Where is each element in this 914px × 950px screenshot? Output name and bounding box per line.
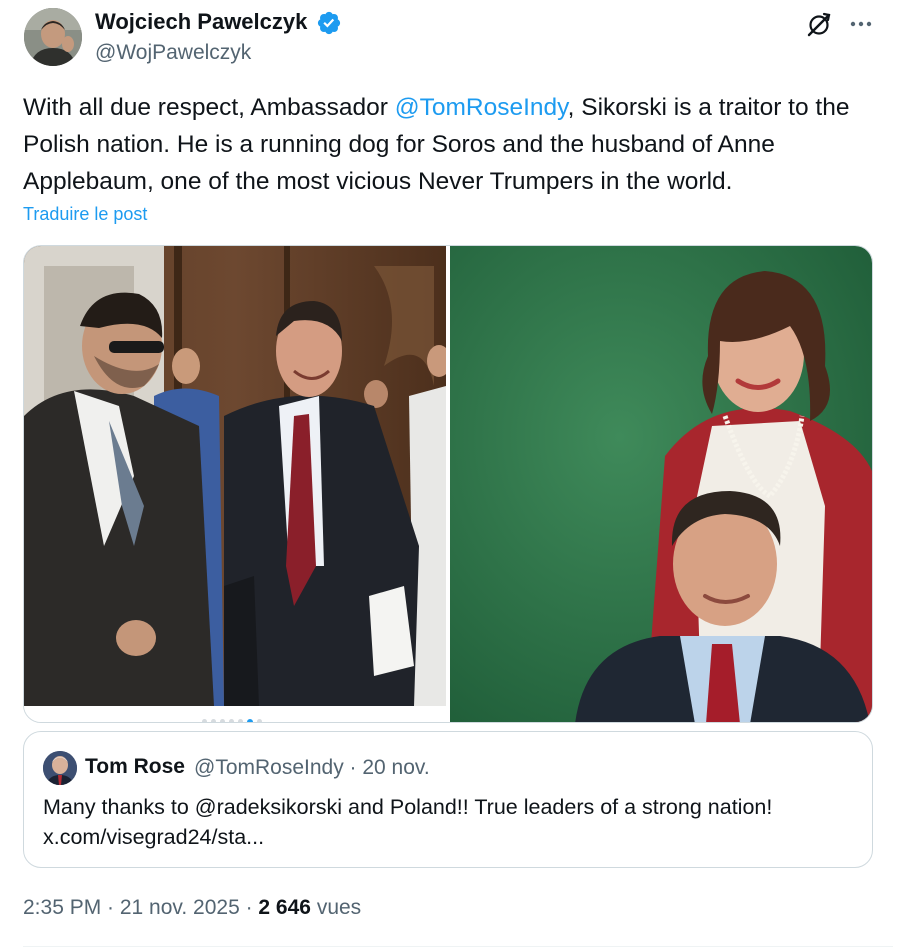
post-meta: 2:35 PM · 21 nov. 2025 · 2 646 vues [23,896,361,920]
carousel-dot[interactable] [238,719,243,722]
author-name[interactable]: Wojciech Pawelczyk [95,9,307,35]
photo-two-men-talking[interactable] [24,246,446,706]
carousel-dot-active[interactable] [247,718,253,722]
carousel-indicator[interactable] [202,718,262,722]
tweet-text: With all due respect, Ambassador @TomRos… [23,89,883,200]
tweet-text-part: With all due respect, Ambassador [23,94,395,121]
post-timestamp[interactable]: 2:35 PM · 21 nov. 2025 · [23,896,258,919]
author-avatar[interactable] [24,8,82,66]
more-options-icon[interactable] [846,10,876,40]
divider [23,946,893,947]
carousel-dot[interactable] [211,719,216,722]
photo-couple-portrait[interactable] [450,246,873,723]
media-grid [23,245,873,723]
translate-post-link[interactable]: Traduire le post [23,204,147,225]
carousel-dot[interactable] [202,719,207,722]
quoted-post-card[interactable]: Tom Rose @TomRoseIndy · 20 nov. Many tha… [23,731,873,868]
quoted-author-handle-date[interactable]: @TomRoseIndy · 20 nov. [194,756,430,780]
carousel-dot[interactable] [229,719,234,722]
quoted-post-text: Many thanks to @radeksikorski and Poland… [43,795,773,849]
mention-link[interactable]: @TomRoseIndy [395,94,568,121]
quoted-author-name[interactable]: Tom Rose [85,755,185,779]
quoted-author-avatar[interactable] [43,751,77,785]
carousel-dot[interactable] [220,719,225,722]
author-handle[interactable]: @WojPawelczyk [95,41,251,65]
carousel-dot[interactable] [257,719,262,722]
views-count: 2 646 [258,896,311,919]
grok-icon[interactable] [804,10,834,40]
views-label: vues [310,896,362,919]
verified-badge-icon [317,11,341,35]
